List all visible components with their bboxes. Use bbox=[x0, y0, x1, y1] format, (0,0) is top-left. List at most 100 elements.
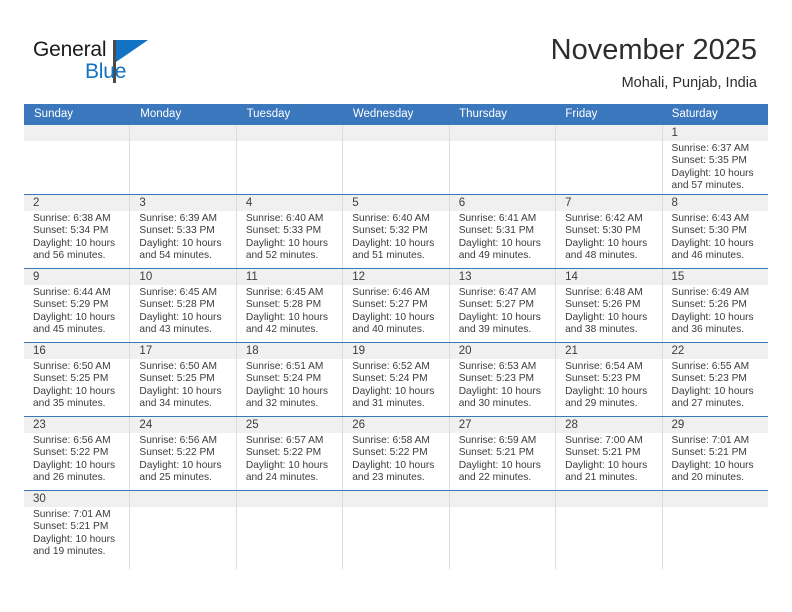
day-cell[interactable]: 18 Sunrise: 6:51 AM Sunset: 5:24 PM Dayligh… bbox=[236, 343, 344, 416]
weekday-header-saturday: Saturday bbox=[671, 108, 718, 120]
day-number: 25 bbox=[236, 417, 343, 433]
day-cell[interactable]: 8 Sunrise: 6:43 AM Sunset: 5:30 PM Daylight… bbox=[662, 195, 768, 268]
daylight-text: Daylight: 10 hours and 21 minutes. bbox=[565, 459, 648, 483]
sunrise-text: Sunrise: 6:40 AM bbox=[245, 213, 324, 224]
day-cell[interactable]: 13 Sunrise: 6:47 AM Sunset: 5:27 PM Dayligh… bbox=[449, 269, 557, 342]
day-cell[interactable]: 12 Sunrise: 6:46 AM Sunset: 5:27 PM Dayligh… bbox=[343, 269, 450, 342]
sunrise-text: Sunrise: 6:37 AM bbox=[671, 143, 750, 154]
calendar-weeks: 1 Sunrise: 6:37 AM Sunset: 5:35 PM Daylight… bbox=[24, 125, 768, 569]
day-sun-info: Sunrise: 6:48 AM Sunset: 5:26 PM Daylight:… bbox=[556, 285, 661, 336]
day-cell[interactable]: 4 Sunrise: 6:40 AM Sunset: 5:33 PM Daylight… bbox=[236, 195, 344, 268]
sunset-text: Sunset: 5:21 PM bbox=[671, 447, 747, 459]
sunset-text: Sunset: 5:27 PM bbox=[458, 299, 535, 311]
day-cell[interactable]: 1 Sunrise: 6:37 AM Sunset: 5:35 PM Daylight… bbox=[662, 125, 768, 194]
sunrise-text: Sunrise: 6:40 AM bbox=[352, 213, 430, 224]
daylight-text: Daylight: 10 hours and 24 minutes. bbox=[245, 459, 328, 483]
calendar-week-row: 9 Sunrise: 6:44 AM Sunset: 5:29 PM Daylight… bbox=[24, 269, 768, 343]
daylight-text: Daylight: 10 hours and 22 minutes. bbox=[458, 459, 541, 483]
day-number: 17 bbox=[130, 343, 236, 359]
logo-triangle-icon bbox=[116, 40, 148, 62]
sunset-text: Sunset: 5:23 PM bbox=[458, 373, 535, 385]
day-sun-info: Sunrise: 6:38 AM Sunset: 5:34 PM Daylight:… bbox=[24, 211, 129, 262]
sunset-text: Sunset: 5:21 PM bbox=[33, 521, 109, 533]
day-cell[interactable]: 16 Sunrise: 6:50 AM Sunset: 5:25 PM Dayligh… bbox=[24, 343, 131, 416]
weekday-header-sunday: Sunday bbox=[34, 108, 74, 120]
day-number: 2 bbox=[24, 195, 130, 211]
sunrise-text: Sunrise: 6:56 AM bbox=[139, 435, 218, 446]
weekday-header-tuesday: Tuesday bbox=[246, 108, 291, 120]
day-cell[interactable]: 25 Sunrise: 6:57 AM Sunset: 5:22 PM Dayligh… bbox=[236, 417, 344, 490]
calendar-week-row: 1 Sunrise: 6:37 AM Sunset: 5:35 PM Daylight… bbox=[24, 125, 768, 195]
day-cell[interactable]: 23 Sunrise: 6:56 AM Sunset: 5:22 PM Dayligh… bbox=[24, 417, 131, 490]
day-cell[interactable]: 5 Sunrise: 6:40 AM Sunset: 5:32 PM Daylight… bbox=[343, 195, 450, 268]
calendar-week-row: 16 Sunrise: 6:50 AM Sunset: 5:25 PM Dayligh… bbox=[24, 343, 768, 417]
daylight-text: Daylight: 10 hours and 38 minutes. bbox=[565, 311, 648, 335]
day-cell[interactable]: 27 Sunrise: 6:59 AM Sunset: 5:21 PM Dayligh… bbox=[449, 417, 557, 490]
day-sun-info: Sunrise: 6:40 AM Sunset: 5:33 PM Daylight:… bbox=[237, 211, 342, 262]
daylight-text: Daylight: 10 hours and 29 minutes. bbox=[565, 385, 648, 409]
sunset-text: Sunset: 5:30 PM bbox=[565, 225, 641, 237]
day-cell[interactable]: 20 Sunrise: 6:53 AM Sunset: 5:23 PM Dayligh… bbox=[449, 343, 557, 416]
day-cell-empty bbox=[130, 125, 237, 194]
day-cell[interactable]: 29 Sunrise: 7:01 AM Sunset: 5:21 PM Dayligh… bbox=[662, 417, 768, 490]
day-cell[interactable]: 22 Sunrise: 6:55 AM Sunset: 5:23 PM Dayligh… bbox=[662, 343, 768, 416]
sunrise-text: Sunrise: 6:58 AM bbox=[352, 435, 430, 446]
day-cell[interactable]: 26 Sunrise: 6:58 AM Sunset: 5:22 PM Dayligh… bbox=[343, 417, 450, 490]
day-number: 20 bbox=[449, 343, 556, 359]
day-number-band-empty bbox=[130, 491, 236, 507]
day-number-band-empty bbox=[449, 491, 556, 507]
daylight-text: Daylight: 10 hours and 27 minutes. bbox=[671, 385, 754, 409]
sunset-text: Sunset: 5:32 PM bbox=[352, 225, 428, 237]
day-cell[interactable]: 11 Sunrise: 6:45 AM Sunset: 5:28 PM Dayligh… bbox=[236, 269, 344, 342]
day-cell[interactable]: 15 Sunrise: 6:49 AM Sunset: 5:26 PM Dayligh… bbox=[662, 269, 768, 342]
sunrise-text: Sunrise: 6:45 AM bbox=[139, 287, 218, 298]
day-number: 7 bbox=[556, 195, 662, 211]
day-sun-info: Sunrise: 6:46 AM Sunset: 5:27 PM Daylight:… bbox=[343, 285, 448, 336]
day-cell[interactable]: 28 Sunrise: 7:00 AM Sunset: 5:21 PM Dayligh… bbox=[556, 417, 663, 490]
day-sun-info: Sunrise: 6:41 AM Sunset: 5:31 PM Daylight:… bbox=[450, 211, 555, 262]
day-sun-info: Sunrise: 6:49 AM Sunset: 5:26 PM Daylight:… bbox=[663, 285, 768, 336]
daylight-text: Daylight: 10 hours and 39 minutes. bbox=[458, 311, 541, 335]
calendar-page: General Blue November 2025 Mohali, Punja… bbox=[0, 0, 792, 612]
day-cell[interactable]: 7 Sunrise: 6:42 AM Sunset: 5:30 PM Daylight… bbox=[556, 195, 663, 268]
day-cell[interactable]: 6 Sunrise: 6:41 AM Sunset: 5:31 PM Daylight… bbox=[449, 195, 557, 268]
sunrise-text: Sunrise: 6:38 AM bbox=[33, 213, 111, 224]
day-cell[interactable]: 17 Sunrise: 6:50 AM Sunset: 5:25 PM Dayligh… bbox=[130, 343, 237, 416]
day-cell[interactable]: 24 Sunrise: 6:56 AM Sunset: 5:22 PM Dayligh… bbox=[130, 417, 237, 490]
sunrise-text: Sunrise: 6:57 AM bbox=[245, 435, 324, 446]
sunset-text: Sunset: 5:23 PM bbox=[565, 373, 641, 385]
day-cell[interactable]: 30 Sunrise: 7:01 AM Sunset: 5:21 PM Dayligh… bbox=[24, 491, 131, 569]
day-cell-empty bbox=[662, 491, 768, 569]
day-sun-info: Sunrise: 6:59 AM Sunset: 5:21 PM Daylight:… bbox=[450, 433, 555, 484]
sunrise-text: Sunrise: 6:50 AM bbox=[33, 361, 111, 372]
day-sun-info: Sunrise: 6:42 AM Sunset: 5:30 PM Daylight:… bbox=[556, 211, 661, 262]
day-number: 22 bbox=[662, 343, 768, 359]
day-number: 15 bbox=[662, 269, 768, 285]
day-cell[interactable]: 9 Sunrise: 6:44 AM Sunset: 5:29 PM Daylight… bbox=[24, 269, 131, 342]
weekday-header-row: Sunday Monday Tuesday Wednesday Thursday… bbox=[24, 104, 768, 125]
page-header: General Blue November 2025 Mohali, Punja… bbox=[0, 0, 792, 100]
sunset-text: Sunset: 5:22 PM bbox=[245, 447, 322, 459]
day-cell[interactable]: 2 Sunrise: 6:38 AM Sunset: 5:34 PM Daylight… bbox=[24, 195, 131, 268]
day-number: 18 bbox=[236, 343, 343, 359]
weekday-header-wednesday: Wednesday bbox=[352, 108, 414, 120]
day-number: 23 bbox=[24, 417, 130, 433]
sunset-text: Sunset: 5:21 PM bbox=[458, 447, 535, 459]
day-cell[interactable]: 21 Sunrise: 6:54 AM Sunset: 5:23 PM Dayligh… bbox=[556, 343, 663, 416]
sunset-text: Sunset: 5:35 PM bbox=[671, 155, 747, 167]
sunrise-text: Sunrise: 6:47 AM bbox=[458, 287, 537, 298]
day-sun-info: Sunrise: 6:51 AM Sunset: 5:24 PM Daylight:… bbox=[237, 359, 342, 410]
sunrise-text: Sunrise: 6:45 AM bbox=[245, 287, 324, 298]
day-cell[interactable]: 10 Sunrise: 6:45 AM Sunset: 5:28 PM Dayligh… bbox=[130, 269, 237, 342]
day-cell[interactable]: 3 Sunrise: 6:39 AM Sunset: 5:33 PM Daylight… bbox=[130, 195, 237, 268]
day-cell[interactable]: 19 Sunrise: 6:52 AM Sunset: 5:24 PM Dayligh… bbox=[343, 343, 450, 416]
day-sun-info: Sunrise: 6:43 AM Sunset: 5:30 PM Daylight:… bbox=[663, 211, 768, 262]
day-cell[interactable]: 14 Sunrise: 6:48 AM Sunset: 5:26 PM Dayligh… bbox=[556, 269, 663, 342]
daylight-text: Daylight: 10 hours and 43 minutes. bbox=[139, 311, 222, 335]
day-number: 11 bbox=[236, 269, 343, 285]
sunset-text: Sunset: 5:33 PM bbox=[245, 225, 322, 237]
daylight-text: Daylight: 10 hours and 42 minutes. bbox=[245, 311, 328, 335]
day-number: 1 bbox=[662, 125, 768, 141]
day-number-band-empty bbox=[343, 491, 449, 507]
day-sun-info: Sunrise: 6:55 AM Sunset: 5:23 PM Daylight:… bbox=[663, 359, 768, 410]
